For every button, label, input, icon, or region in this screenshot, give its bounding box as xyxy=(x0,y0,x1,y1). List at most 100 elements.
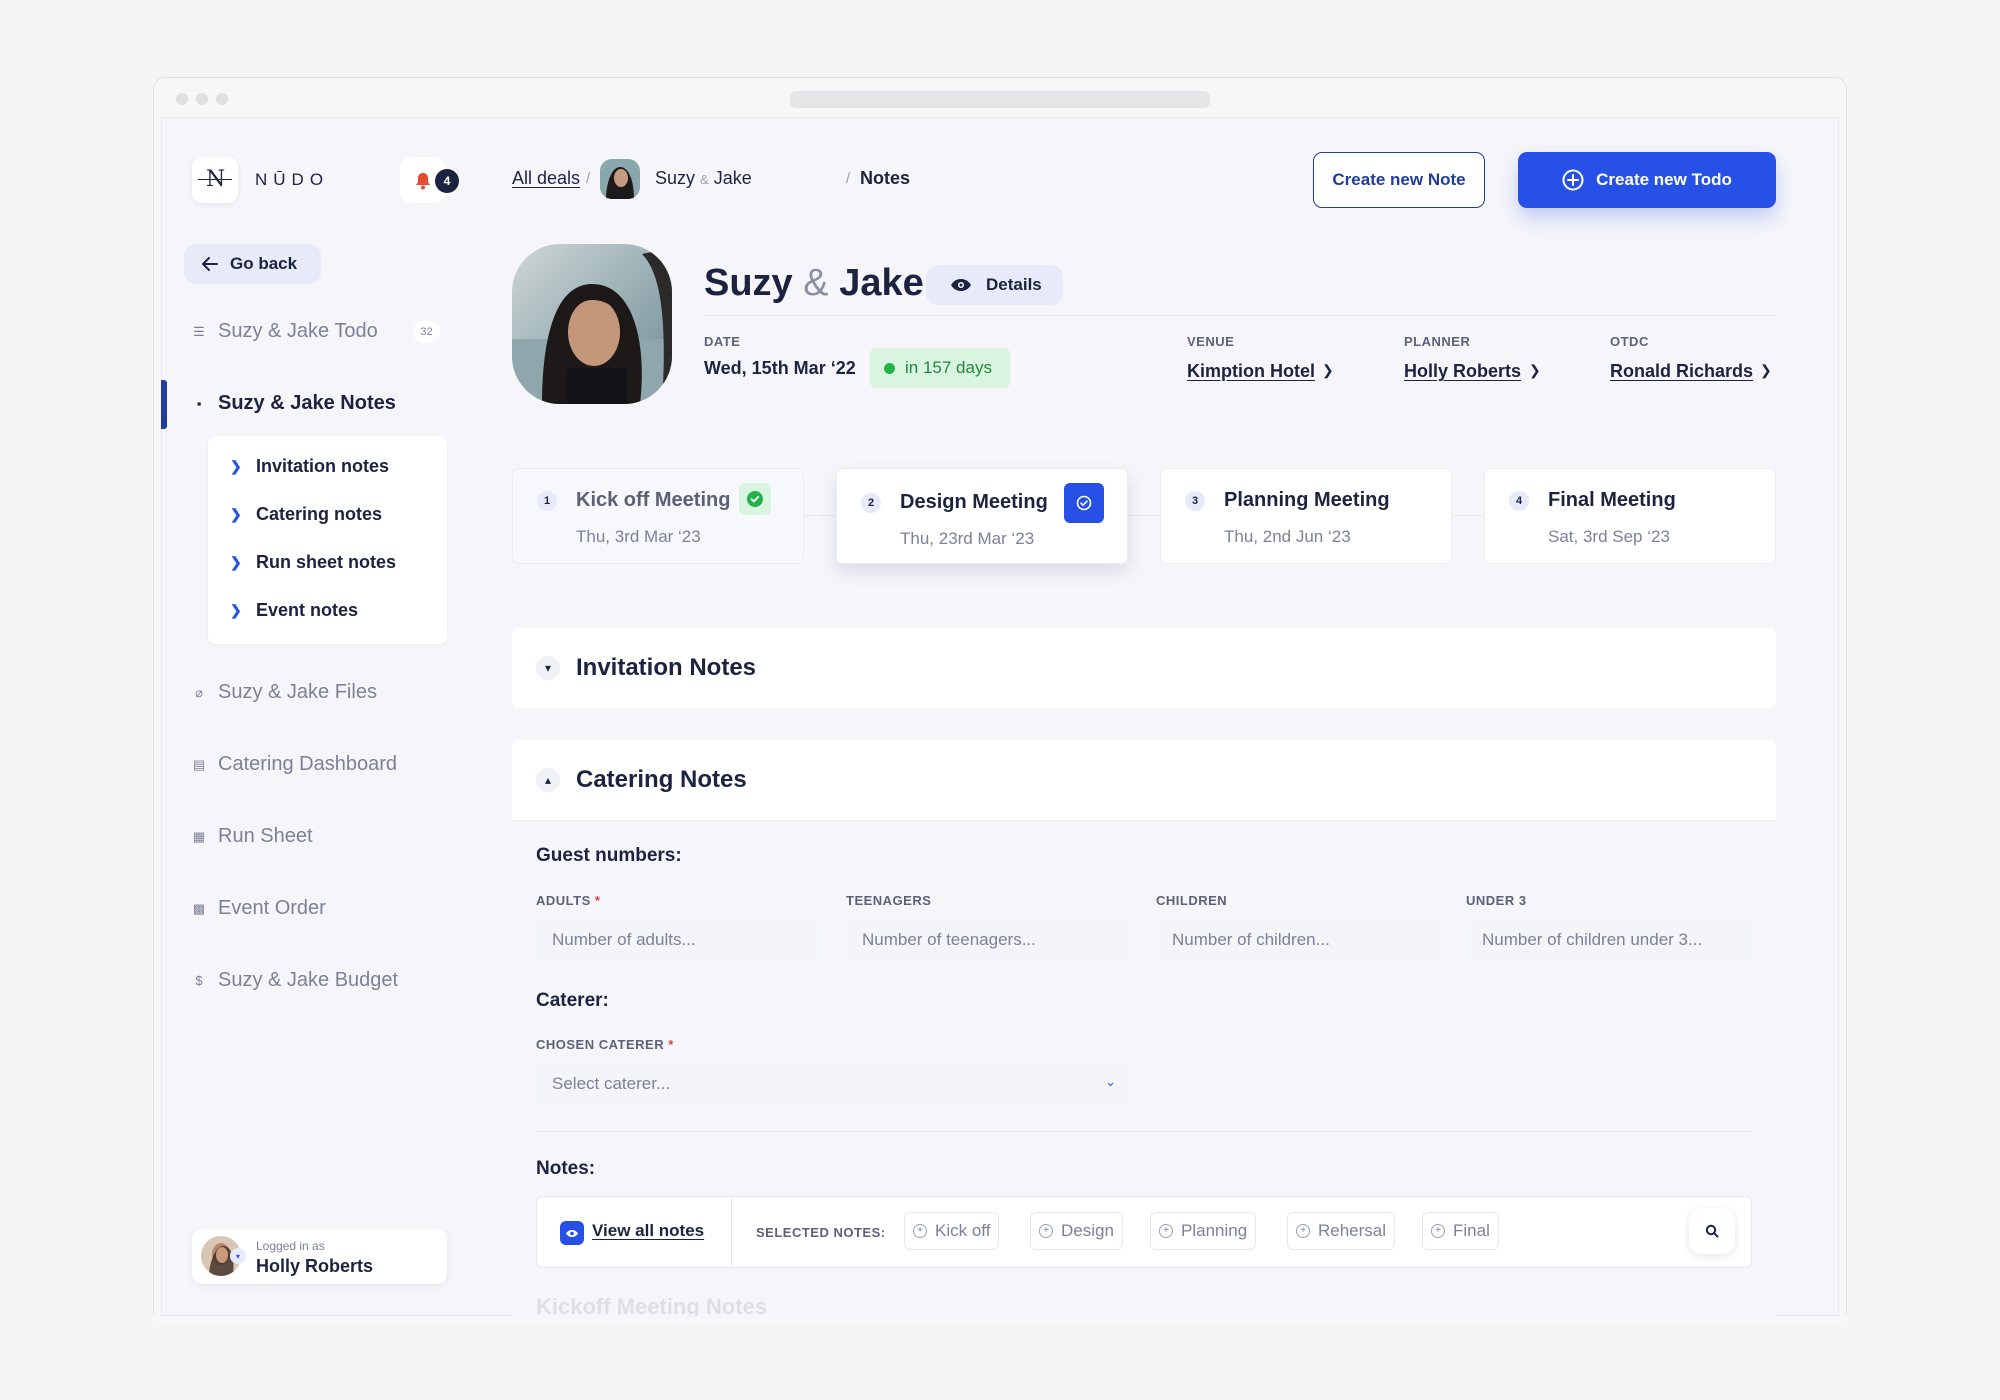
plus-icon: + xyxy=(913,1224,927,1238)
children-input[interactable]: Number of children... xyxy=(1156,916,1442,964)
card-title: Catering Notes xyxy=(576,766,747,793)
note-tag-rehersal[interactable]: + Rehersal xyxy=(1287,1212,1396,1250)
notes-heading: Notes: xyxy=(536,1158,596,1179)
paperclip-icon: ⌀ xyxy=(195,684,203,700)
countdown-badge: in 157 days xyxy=(870,348,1010,388)
deal-title: Suzy & Jake xyxy=(704,262,924,304)
status-dot-icon xyxy=(884,362,895,374)
selected-notes-label: SELECTED NOTES: xyxy=(756,1225,886,1240)
brand-name: NŪDO xyxy=(255,170,330,189)
note-icon: ▪ xyxy=(196,396,202,411)
user-name: Holly Roberts xyxy=(256,1256,374,1276)
note-tag-final[interactable]: + Final xyxy=(1422,1212,1499,1250)
arrow-left-icon xyxy=(202,257,218,271)
create-note-button[interactable]: Create new Note xyxy=(1313,152,1485,208)
otdc-link[interactable]: Ronald Richards xyxy=(1610,361,1753,382)
divider xyxy=(536,1131,1752,1132)
adults-input[interactable]: Number of adults... xyxy=(536,916,822,964)
logo-mark[interactable]: N xyxy=(192,157,238,203)
sidebar-item-notes[interactable]: ▪ Suzy & Jake Notes xyxy=(192,392,396,415)
deal-avatar xyxy=(600,159,640,199)
chevron-right-icon[interactable]: ❯ xyxy=(1322,362,1334,379)
search-button[interactable] xyxy=(1689,1208,1735,1254)
plus-icon: + xyxy=(1159,1224,1173,1238)
note-tag-planning[interactable]: + Planning xyxy=(1150,1212,1257,1250)
plus-icon: + xyxy=(1296,1224,1310,1238)
note-tag-kickoff[interactable]: + Kick off xyxy=(904,1212,1000,1250)
chevron-down-icon: ▾ xyxy=(230,1248,246,1264)
under3-label: UNDER 3 xyxy=(1466,893,1527,908)
couple-photo xyxy=(512,244,672,404)
chevron-right-icon[interactable]: ❯ xyxy=(1529,362,1541,379)
otdc-label: OTDC xyxy=(1610,334,1649,349)
venue-label: VENUE xyxy=(1187,334,1235,349)
submenu-item-invitation[interactable]: ❯ Invitation notes xyxy=(230,456,389,477)
teenagers-label: TEENAGERS xyxy=(846,893,932,908)
sidebar-item-event-order[interactable]: ▩ Event Order xyxy=(192,897,326,920)
caterer-heading: Caterer: xyxy=(536,990,609,1011)
address-bar[interactable] xyxy=(790,91,1210,108)
chevron-right-icon: ❯ xyxy=(230,506,242,522)
chevron-down-icon: ⌄ xyxy=(1105,1074,1116,1089)
meeting-step-final[interactable]: 4 Final Meeting Sat, 3rd Sep ‘23 xyxy=(1484,468,1776,564)
note-tag-design[interactable]: + Design xyxy=(1030,1212,1123,1250)
breadcrumb-deal[interactable]: Suzy & Jake xyxy=(655,168,752,189)
meeting-step-design[interactable]: 2 Design Meeting Thu, 23rd Mar ‘23 xyxy=(836,468,1128,564)
list-icon: ☰ xyxy=(193,323,205,339)
chevron-right-icon[interactable]: ❯ xyxy=(1760,362,1772,379)
meeting-step-kickoff[interactable]: 1 Kick off Meeting Thu, 3rd Mar ‘23 xyxy=(512,468,804,564)
bell-icon xyxy=(416,173,430,190)
under3-input[interactable]: Number of children under 3... xyxy=(1466,916,1752,964)
invitation-notes-card[interactable]: ▾ Invitation Notes xyxy=(512,628,1776,708)
sidebar-item-label: Suzy & Jake Notes xyxy=(218,392,396,414)
breadcrumb-current: Notes xyxy=(860,168,911,188)
event-date: Wed, 15th Mar ‘22 xyxy=(704,358,856,378)
sidebar-item-budget[interactable]: $ Suzy & Jake Budget xyxy=(192,969,398,992)
submenu-item-event[interactable]: ❯ Event notes xyxy=(230,600,358,621)
active-indicator xyxy=(161,380,167,429)
dollar-icon: $ xyxy=(195,973,203,988)
sheet-icon: ▦ xyxy=(192,828,206,844)
sidebar-item-catering-dashboard[interactable]: ▤ Catering Dashboard xyxy=(192,753,397,776)
user-menu[interactable]: ▾ Logged in as Holly Roberts xyxy=(192,1229,447,1284)
divider xyxy=(704,315,1776,316)
submenu-item-catering[interactable]: ❯ Catering notes xyxy=(230,504,382,525)
faded-heading: Kickoff Meeting Notes xyxy=(536,1294,768,1316)
plus-icon: + xyxy=(1431,1224,1445,1238)
plus-circle-icon xyxy=(1562,169,1584,191)
go-back-button[interactable]: Go back xyxy=(184,244,321,284)
details-button[interactable]: Details xyxy=(926,265,1063,305)
teenagers-input[interactable]: Number of teenagers... xyxy=(846,916,1132,964)
venue-link[interactable]: Kimption Hotel xyxy=(1187,361,1315,382)
sidebar-item-label: Suzy & Jake Todo xyxy=(218,320,378,342)
date-label: DATE xyxy=(704,334,741,349)
notes-filter-bar xyxy=(536,1196,1752,1268)
breadcrumb-all-deals[interactable]: All deals xyxy=(512,168,580,189)
faded-section: Kickoff Meeting Notes xyxy=(536,1294,936,1316)
window-dot xyxy=(216,93,228,105)
sidebar-item-files[interactable]: ⌀ Suzy & Jake Files xyxy=(192,681,377,704)
chevron-right-icon: ❯ xyxy=(230,554,242,570)
check-done-icon xyxy=(739,483,771,515)
create-todo-button[interactable]: Create new Todo xyxy=(1518,152,1776,208)
card-title: Invitation Notes xyxy=(576,654,757,681)
meeting-step-planning[interactable]: 3 Planning Meeting Thu, 2nd Jun ‘23 xyxy=(1160,468,1452,564)
chevron-right-icon: ❯ xyxy=(230,458,242,474)
guest-numbers-heading: Guest numbers: xyxy=(536,845,682,866)
submenu-item-run-sheet[interactable]: ❯ Run sheet notes xyxy=(230,552,396,573)
chevron-down-icon[interactable]: ▾ xyxy=(536,656,560,680)
dashboard-icon: ▤ xyxy=(192,756,206,772)
check-current-icon xyxy=(1064,483,1104,523)
view-all-notes-link[interactable]: View all notes xyxy=(592,1221,704,1241)
planner-link[interactable]: Holly Roberts xyxy=(1404,361,1521,382)
todo-count-badge: 32 xyxy=(413,321,440,343)
search-icon xyxy=(1705,1224,1719,1238)
sidebar-item-run-sheet[interactable]: ▦ Run Sheet xyxy=(192,825,313,848)
go-back-label: Go back xyxy=(230,254,298,273)
chevron-right-icon: ❯ xyxy=(230,602,242,618)
chevron-up-icon[interactable]: ▴ xyxy=(536,768,560,792)
sidebar-item-todo[interactable]: ☰ Suzy & Jake Todo xyxy=(192,320,378,343)
adults-label: ADULTS * xyxy=(536,893,601,908)
window-dot xyxy=(176,93,188,105)
caterer-select[interactable]: Select caterer... ⌄ xyxy=(536,1060,1132,1108)
